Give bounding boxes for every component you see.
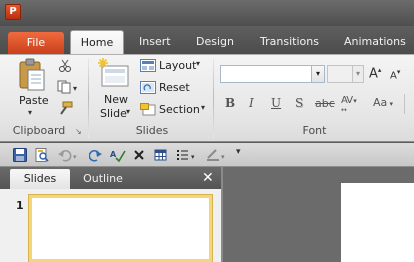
new-slide-dropdown-icon[interactable]: ▾ [126, 107, 130, 116]
paste-label[interactable]: Paste [19, 94, 49, 107]
group-separator [88, 58, 89, 138]
shrink-font-button[interactable]: A▾ [390, 68, 400, 81]
new-slide-label-2[interactable]: Slide [100, 107, 127, 120]
powerpoint-app-icon[interactable]: P [5, 4, 21, 20]
delete-icon[interactable] [132, 148, 146, 162]
format-painter-button[interactable] [57, 101, 73, 118]
paste-button[interactable] [16, 58, 48, 92]
tab-insert[interactable]: Insert [139, 35, 171, 48]
bold-button[interactable]: B [225, 96, 235, 110]
spacing-arrows-icon: ↔ [341, 106, 347, 114]
new-slide-label-1[interactable]: New [104, 93, 128, 106]
clipboard-group-label: Clipboard [12, 124, 66, 137]
tab-design[interactable]: Design [196, 35, 234, 48]
slide-number: 1 [16, 199, 24, 212]
copy-button[interactable]: ▾ [57, 80, 81, 97]
font-size-dropdown-icon[interactable]: ▾ [353, 65, 364, 83]
pen-color-icon[interactable]: ▾ [206, 148, 230, 162]
save-icon[interactable] [13, 148, 27, 162]
paste-dropdown-icon[interactable]: ▾ [28, 108, 32, 117]
layout-button[interactable]: Layout [159, 59, 196, 72]
section-button[interactable]: Section [159, 103, 200, 116]
bullets-icon[interactable]: ▾ [176, 148, 195, 162]
strikethrough-button[interactable]: abc [315, 97, 335, 110]
font-size-combobox[interactable] [327, 65, 353, 83]
new-slide-button[interactable] [97, 57, 131, 91]
clipboard-launcher-icon[interactable]: ↘ [75, 127, 82, 136]
title-bar [0, 0, 414, 26]
layout-icon [140, 59, 156, 75]
spelling-icon[interactable]: A [110, 148, 126, 163]
qat-customize-icon[interactable]: ▾ [236, 147, 241, 157]
svg-text:▾: ▾ [73, 84, 77, 93]
svg-text:▾: ▾ [73, 153, 77, 161]
underline-button[interactable]: U [271, 96, 281, 110]
font-group-label: Font [302, 124, 327, 137]
copy-icon: ▾ [57, 80, 77, 94]
tab-animations[interactable]: Animations [344, 35, 406, 48]
new-slide-icon [98, 58, 129, 87]
tab-home[interactable]: Home [70, 30, 124, 55]
tab-outline[interactable]: Outline [72, 169, 134, 189]
cut-icon [59, 59, 71, 72]
paste-icon [19, 58, 45, 91]
layout-dropdown-icon[interactable]: ▾ [196, 59, 200, 68]
svg-text:▾: ▾ [191, 153, 195, 161]
font-name-dropdown-icon[interactable]: ▾ [312, 65, 325, 83]
tab-slides[interactable]: Slides [10, 169, 70, 189]
print-preview-icon[interactable] [35, 148, 49, 162]
format-painter-icon [60, 101, 73, 115]
slide-thumbnail[interactable] [28, 194, 213, 262]
italic-button[interactable]: I [249, 96, 254, 110]
ribbon-divider [404, 94, 405, 114]
tab-file[interactable]: File [8, 32, 64, 54]
group-separator [213, 58, 214, 138]
grow-font-button[interactable]: A▴ [369, 66, 381, 81]
undo-icon[interactable]: ▾ [57, 148, 77, 162]
redo-icon[interactable] [88, 148, 103, 162]
text-shadow-button[interactable]: S [295, 96, 303, 110]
slide-canvas[interactable] [341, 183, 414, 262]
slides-group-label: Slides [135, 124, 169, 137]
font-name-combobox[interactable] [220, 65, 312, 83]
change-case-button[interactable]: Aa ▾ [373, 96, 393, 109]
section-icon [140, 103, 156, 119]
close-pane-icon[interactable]: ✕ [202, 170, 214, 186]
table-icon[interactable] [154, 148, 168, 162]
cut-button[interactable] [57, 59, 73, 76]
section-dropdown-icon[interactable]: ▾ [201, 103, 205, 112]
reset-button[interactable]: Reset [159, 81, 190, 94]
character-spacing-button[interactable]: AV ▾ [341, 95, 357, 106]
svg-text:▾: ▾ [221, 153, 225, 161]
tab-transitions[interactable]: Transitions [260, 35, 319, 48]
reset-icon [140, 81, 156, 97]
svg-text:A: A [110, 150, 117, 159]
